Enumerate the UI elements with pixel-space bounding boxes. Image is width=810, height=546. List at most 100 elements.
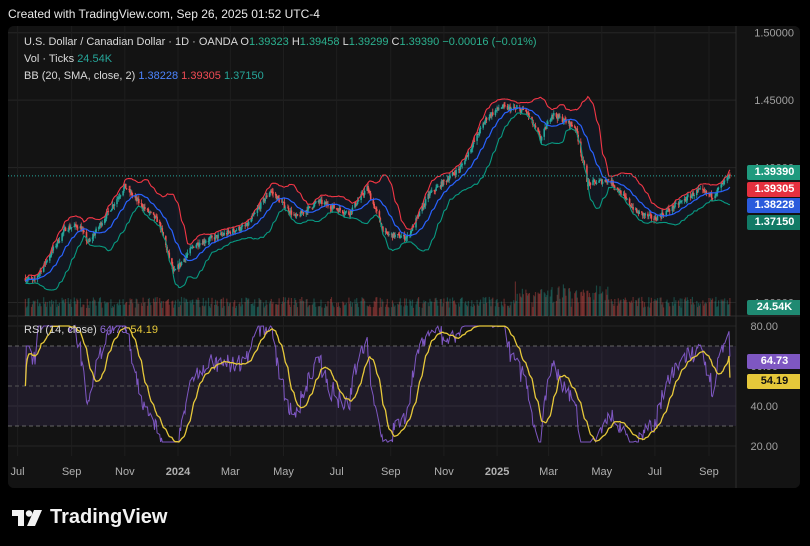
volume-bar [64,299,67,316]
volume-tag: 24.54K [747,300,800,315]
rsi-tick-label: 80.00 [750,321,778,333]
volume-bar [687,300,689,316]
volume-bar [364,300,366,316]
time-tick-label: Jul [648,466,662,478]
candle-body [89,239,91,242]
volume-bar [144,302,146,316]
volume-bar [522,294,524,316]
close-label: C [391,36,400,48]
volume-bar [40,306,42,316]
volume-bar [553,301,555,316]
candle-body [650,214,653,219]
rsi-tick-label: 20.00 [750,441,778,453]
volume-bar [608,299,610,316]
candle-body [614,186,616,188]
volume-bar [83,304,85,316]
volume-bar [77,300,79,316]
basis-tag: 1.38228 [747,198,800,213]
candle-body [264,198,266,202]
rsi-ma-tag: 54.19 [747,374,800,389]
candle-body [272,191,274,194]
volume-bar [388,307,390,316]
volume-value: 24.54K [77,53,113,65]
volume-bar [602,291,604,316]
candle-body [543,128,545,137]
volume-bar [382,301,384,316]
volume-bar [58,302,60,316]
candle-body [101,223,103,226]
legend-volume-row: Vol · Ticks 24.54K [24,53,112,65]
volume-bar [504,303,506,316]
candle-body [473,140,476,142]
upper-band-tag: 1.39305 [747,182,800,197]
volume-bar [663,307,665,316]
volume-bar [284,297,286,316]
volume-bar [650,297,652,316]
volume-bar [126,301,128,316]
volume-bar [638,297,640,316]
candle-body [217,234,219,239]
candle-body [479,127,482,129]
volume-bar [644,306,646,316]
candle-body [241,225,244,227]
candle-body [199,243,201,246]
volume-bar [711,298,714,316]
chart-frame[interactable]: 1.500001.450001.400001.3000080.0060.0040… [8,26,800,488]
volume-bar [559,298,561,316]
change-value: −0.00016 (−0.01%) [442,36,537,48]
candle-body [28,277,30,279]
open-label: O [240,36,249,48]
candle-body [589,182,592,185]
candle-body [628,198,631,205]
bb-label: BB (20, SMA, close, 2) [24,70,136,82]
candle-body [711,197,714,199]
volume-bar [89,301,91,316]
candle-body [571,124,573,127]
chart-svg[interactable]: 1.500001.450001.400001.3000080.0060.0040… [8,26,800,488]
candle-body [717,187,720,189]
tradingview-logo[interactable]: TradingView [12,506,167,529]
volume-bar [669,306,671,316]
volume-bar [534,292,537,316]
symbol-name: U.S. Dollar / Canadian Dollar · 1D · OAN… [24,36,238,48]
candle-body [40,270,42,272]
time-tick-label: Jul [11,466,25,478]
volume-bar [718,300,720,316]
volume-bar [174,300,176,316]
candle-body [345,211,348,213]
time-tick-label: 2025 [485,466,509,478]
candle-body [437,185,439,187]
candle-body [693,195,695,196]
volume-bar [187,302,189,316]
volume-bar [34,300,36,316]
candle-body [64,227,67,231]
candle-body [174,269,177,271]
volume-bar [376,297,378,316]
volume-bar [101,307,103,316]
volume-bar [345,302,347,316]
volume-bar [223,305,225,316]
candle-body [321,199,323,205]
open-value: 1.39323 [248,36,289,48]
volume-bar [132,303,134,316]
volume-bar [656,298,659,316]
volume-bar [199,307,201,316]
volume-bar [296,307,299,316]
volume-bar [211,297,213,316]
candle-body [595,182,598,184]
rsi-label: RSI (14, close) [24,324,97,336]
volume-bar [614,299,616,316]
candle-body [369,193,372,200]
volume-bar [406,305,408,316]
candle-body [406,236,409,238]
candle-body [229,231,232,234]
candle-body [675,203,677,204]
volume-bar [107,302,109,316]
candle-body [388,234,390,235]
volume-bar [571,298,573,316]
volume-bar [467,300,469,316]
candle-body [632,207,634,210]
volume-bar [333,307,335,316]
candle-body [687,195,689,197]
volume-bar [321,307,323,316]
